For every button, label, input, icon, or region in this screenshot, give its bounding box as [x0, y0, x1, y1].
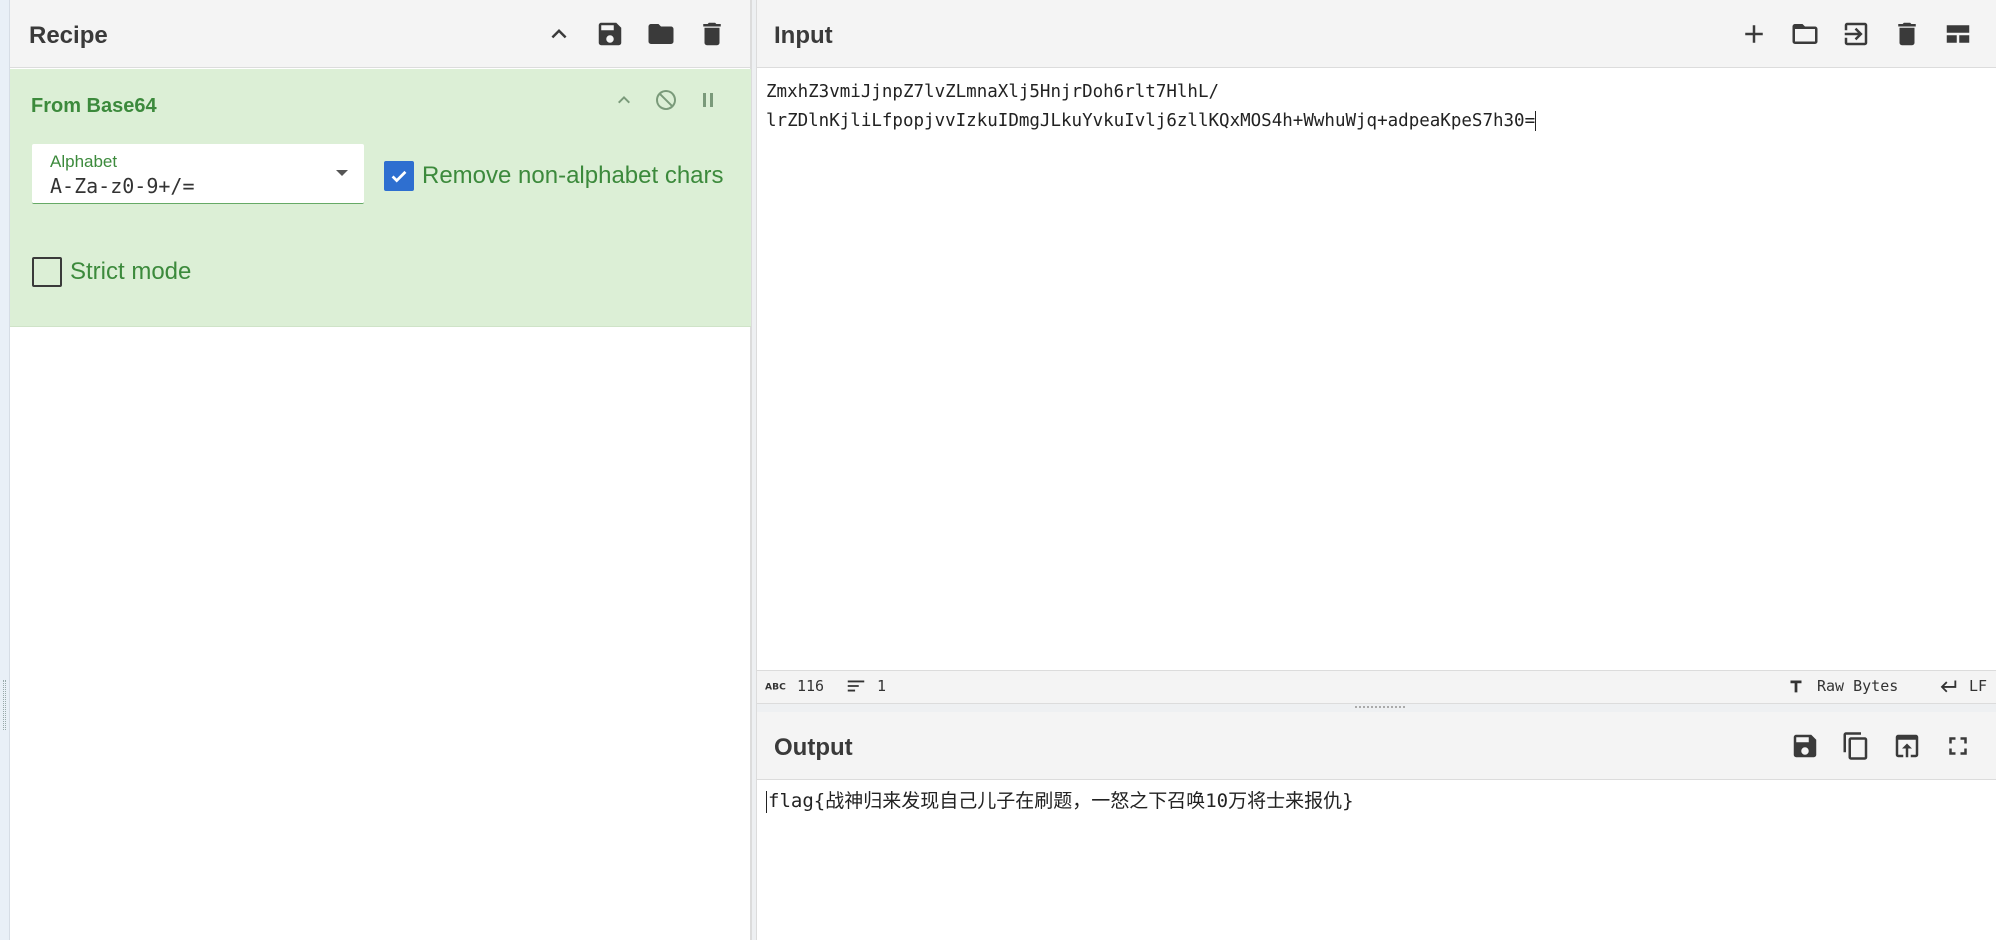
- recipe-title: Recipe: [29, 22, 108, 49]
- plus-icon[interactable]: [1736, 16, 1772, 52]
- input-status-bar: ABC 116 1 Raw Bytes LF: [757, 670, 1996, 704]
- input-length: 116: [797, 677, 825, 695]
- resize-grip[interactable]: [3, 680, 6, 730]
- checkbox-unchecked-icon[interactable]: [32, 257, 62, 287]
- output-title: Output: [774, 734, 853, 761]
- folder-icon[interactable]: [1787, 16, 1823, 52]
- eol-selector[interactable]: LF: [1937, 677, 1987, 695]
- input-line-1: ZmxhZ3vmiJjnpZ7lvZLmnaXlj5HnjrDoh6rlt7Hl…: [766, 82, 1220, 102]
- trash-icon[interactable]: [694, 16, 730, 52]
- trash-icon[interactable]: [1889, 16, 1925, 52]
- strict-mode-checkbox[interactable]: Strict mode: [32, 257, 191, 287]
- input-lines: 1: [877, 677, 887, 695]
- operation-title: From Base64: [31, 95, 157, 117]
- input-line-2: lrZDlnKjliLfpopjvvIzkuIDmgJLkuYvkuIvlj6z…: [766, 111, 1536, 131]
- input-header: Input: [757, 0, 1996, 68]
- layout-icon[interactable]: [1940, 16, 1976, 52]
- alphabet-value: A-Za-z0-9+/=: [50, 174, 195, 198]
- text-cursor: [766, 790, 767, 813]
- left-panel-edge: [0, 0, 10, 940]
- encoding-label: Raw Bytes: [1817, 677, 1899, 695]
- copy-icon[interactable]: [1838, 728, 1874, 764]
- dropdown-caret-icon: [336, 170, 348, 176]
- from-base64-operation: From Base64 Alphabet A-Za-z0-9+/= Remove…: [10, 69, 751, 327]
- text-cursor: [1535, 111, 1537, 131]
- svg-text:ABC: ABC: [765, 682, 786, 693]
- input-pane: Input ZmxhZ3vmiJjnpZ7lvZLmnaXlj5HnjrDoh6…: [757, 0, 1996, 704]
- disable-icon[interactable]: [651, 85, 681, 115]
- io-resizer[interactable]: [757, 704, 1996, 712]
- import-icon[interactable]: [1838, 16, 1874, 52]
- recipe-pane: Recipe From Base64 Alphabet A-Za-z0-9+/=…: [10, 0, 751, 940]
- pause-icon[interactable]: [693, 85, 723, 115]
- input-textarea[interactable]: ZmxhZ3vmiJjnpZ7lvZLmnaXlj5HnjrDoh6rlt7Hl…: [766, 78, 1986, 136]
- chevron-up-icon[interactable]: [609, 85, 639, 115]
- save-icon[interactable]: [1787, 728, 1823, 764]
- recipe-header: Recipe: [10, 0, 750, 68]
- encoding-selector[interactable]: Raw Bytes: [1785, 677, 1898, 695]
- abc-icon: ABC: [765, 682, 786, 693]
- output-header: Output: [757, 712, 1996, 780]
- folder-icon[interactable]: [643, 16, 679, 52]
- eol-label: LF: [1969, 677, 1988, 695]
- save-icon[interactable]: [592, 16, 628, 52]
- maximise-icon[interactable]: [1940, 728, 1976, 764]
- text-format-icon: [1790, 680, 1802, 693]
- replace-input-icon[interactable]: [1889, 728, 1925, 764]
- remove-non-alphabet-label: Remove non-alphabet chars: [422, 162, 724, 189]
- chevron-up-icon[interactable]: [541, 16, 577, 52]
- strict-mode-label: Strict mode: [70, 258, 192, 285]
- alphabet-select[interactable]: Alphabet A-Za-z0-9+/=: [32, 144, 364, 204]
- output-textarea[interactable]: flag{战神归来发现自己儿子在刷题，一怒之下召唤10万将士来报仇}: [766, 786, 1354, 813]
- remove-non-alphabet-checkbox[interactable]: Remove non-alphabet chars: [384, 161, 724, 191]
- checkbox-checked-icon[interactable]: [384, 161, 414, 191]
- alphabet-label: Alphabet: [50, 152, 118, 171]
- output-text: flag{战神归来发现自己儿子在刷题，一怒之下召唤10万将士来报仇}: [768, 790, 1354, 812]
- return-arrow-icon: [1940, 680, 1957, 693]
- output-pane: Output flag{战神归来发现自己儿子在刷题，一怒之下召唤10万将士来报仇…: [757, 712, 1996, 940]
- lines-icon: [847, 680, 865, 692]
- input-title: Input: [774, 22, 833, 49]
